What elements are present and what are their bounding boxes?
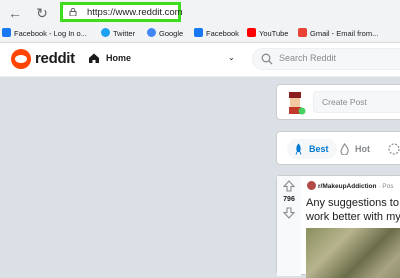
- downvote-icon[interactable]: [283, 207, 295, 219]
- address-bar[interactable]: https://www.reddit.com: [60, 2, 183, 22]
- sort-bar: Best Hot: [276, 131, 400, 165]
- reddit-wordmark[interactable]: reddit: [35, 50, 75, 67]
- bookmark-google[interactable]: Google: [147, 27, 183, 40]
- create-post-input[interactable]: Create Post: [313, 91, 400, 113]
- lock-icon: [69, 8, 77, 16]
- bookmark-twitter[interactable]: Twitter: [101, 27, 135, 40]
- vote-column: 796: [277, 176, 301, 276]
- bookmark-youtube[interactable]: YouTube: [247, 27, 288, 40]
- youtube-icon: [247, 28, 256, 37]
- sort-hot-button[interactable]: Hot: [339, 139, 370, 159]
- facebook-icon: [2, 28, 11, 37]
- home-icon: [89, 53, 99, 63]
- vote-count: 796: [283, 196, 295, 203]
- avatar[interactable]: [281, 88, 309, 116]
- flame-icon: [340, 143, 349, 155]
- back-icon[interactable]: ←: [6, 4, 24, 22]
- facebook-icon: [194, 28, 203, 37]
- subreddit-icon: [307, 181, 316, 190]
- upvote-icon[interactable]: [283, 180, 295, 192]
- rocket-icon: [295, 143, 302, 155]
- google-icon: [147, 28, 156, 37]
- post-meta: r/MakeupAddiction · Pos: [307, 181, 394, 190]
- create-post-card: Create Post: [276, 84, 400, 120]
- search-icon: [261, 53, 273, 65]
- url-text: https://www.reddit.com: [87, 7, 183, 18]
- reload-icon[interactable]: ↻: [33, 4, 51, 22]
- search-placeholder: Search Reddit: [279, 53, 337, 63]
- post-image[interactable]: [306, 228, 400, 278]
- search-input[interactable]: Search Reddit: [252, 48, 400, 70]
- sort-best-button[interactable]: Best: [287, 139, 337, 159]
- gmail-icon: [298, 28, 307, 37]
- bookmarks-bar: Facebook - Log In o... Twitter Google Fa…: [0, 25, 400, 43]
- home-dropdown[interactable]: Home: [106, 53, 131, 63]
- twitter-icon: [101, 28, 110, 37]
- reddit-logo-icon[interactable]: [11, 49, 31, 69]
- subreddit-link[interactable]: r/MakeupAddiction: [318, 183, 377, 190]
- post-title[interactable]: Any suggestions to work better with my: [306, 196, 400, 224]
- bookmark-facebook-login[interactable]: Facebook - Log In o...: [2, 27, 87, 40]
- reddit-header: reddit Home ⌄ Search Reddit: [0, 43, 400, 77]
- bookmark-gmail[interactable]: Gmail - Email from...: [298, 27, 378, 40]
- new-sort-icon[interactable]: [387, 142, 400, 156]
- post-card[interactable]: 796 r/MakeupAddiction · Pos Any suggesti…: [276, 175, 400, 278]
- bookmark-facebook[interactable]: Facebook: [194, 27, 239, 40]
- chevron-down-icon[interactable]: ⌄: [228, 53, 235, 62]
- browser-toolbar: ← ↻ https://www.reddit.com: [0, 0, 400, 25]
